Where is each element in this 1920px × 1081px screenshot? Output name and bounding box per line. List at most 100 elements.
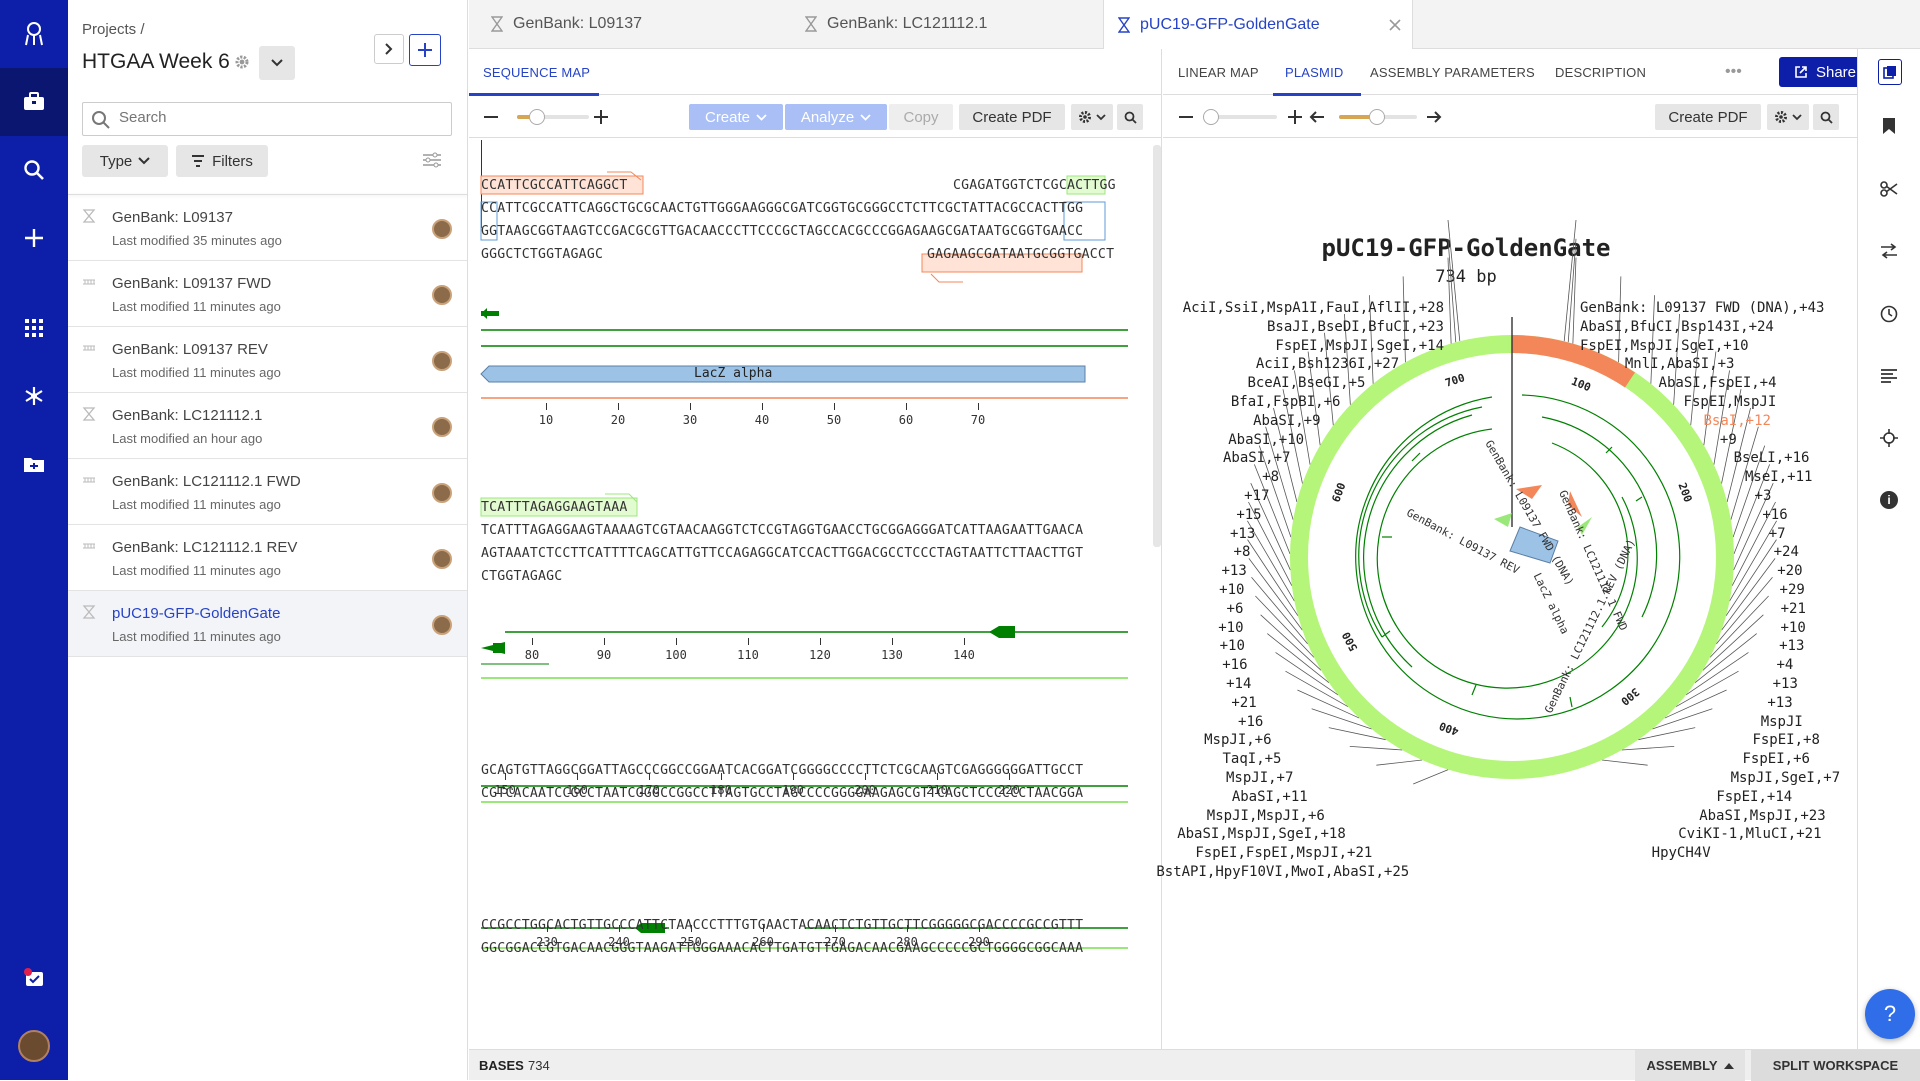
expand-button[interactable] xyxy=(374,34,404,64)
project-list-item[interactable]: pUC19-GFP-GoldenGate Last modified 11 min… xyxy=(68,591,467,657)
tab-plasmid[interactable]: PLASMID xyxy=(1285,65,1343,80)
restriction-site-label[interactable]: FspEI,+6 xyxy=(1743,751,1810,767)
rotation-slider-thumb[interactable] xyxy=(1369,109,1385,125)
restriction-site-label[interactable]: +16 xyxy=(1762,507,1787,523)
tab-assembly-parameters[interactable]: ASSEMBLY PARAMETERS xyxy=(1370,65,1535,80)
restriction-site-label[interactable]: +13 xyxy=(855,526,1255,542)
gear-icon[interactable] xyxy=(234,54,250,75)
restriction-site-label[interactable]: +16 xyxy=(848,657,1247,673)
restriction-site-label[interactable]: +6 xyxy=(843,601,1244,617)
find-button[interactable] xyxy=(1813,104,1839,130)
restriction-site-label[interactable]: +8 xyxy=(879,469,1279,485)
create-pdf-button[interactable]: Create PDF xyxy=(1655,104,1761,130)
tab-genbank-lc121112[interactable]: GenBank: LC121112.1 xyxy=(805,0,987,48)
primer-top[interactable]: CCATTCGCCATTCAGGCT xyxy=(481,178,628,193)
sequence-reverse-strand[interactable]: GGTAAGCGGTAAGTCCGACGCGTTGACAACCCTTCCCGCT… xyxy=(481,224,1083,239)
settings-menu-button[interactable] xyxy=(1767,104,1809,130)
create-pdf-button[interactable]: Create PDF xyxy=(959,104,1065,130)
restriction-site-label[interactable]: MspJI,+6 xyxy=(872,732,1271,748)
copy-button[interactable]: Copy xyxy=(889,104,953,130)
restriction-site-label[interactable]: +8 xyxy=(850,544,1251,560)
zoom-slider-thumb[interactable] xyxy=(1203,109,1219,125)
apps-icon[interactable] xyxy=(0,294,68,362)
zoom-out-icon[interactable] xyxy=(1178,109,1194,125)
project-list-item[interactable]: GenBank: L09137 REV Last modified 11 minu… xyxy=(68,327,467,393)
tab-sequence-map[interactable]: SEQUENCE MAP xyxy=(483,65,590,80)
restriction-site-label[interactable]: AbaSI,+7 xyxy=(890,450,1290,466)
create-button[interactable]: Create xyxy=(689,104,783,130)
swap-icon[interactable] xyxy=(1880,243,1898,259)
zoom-slider-thumb[interactable] xyxy=(529,109,545,125)
restriction-site-label[interactable]: +13 xyxy=(1767,695,1792,711)
filters-button[interactable]: Filters xyxy=(176,145,268,177)
copy-icon[interactable] xyxy=(1878,59,1902,85)
search-field[interactable] xyxy=(82,102,452,136)
project-list-item[interactable]: GenBank: L09137 Last modified 35 minutes … xyxy=(68,195,467,261)
restriction-site-label[interactable]: +10 xyxy=(844,620,1243,636)
rotation-slider[interactable] xyxy=(1339,109,1417,125)
logo-icon[interactable] xyxy=(0,0,68,68)
restriction-site-label[interactable]: +9 xyxy=(1720,432,1737,448)
zoom-slider[interactable] xyxy=(517,109,589,125)
restriction-site-label[interactable]: FspEI,+14 xyxy=(1716,789,1792,805)
analyze-button[interactable]: Analyze xyxy=(785,104,887,130)
restriction-site-label[interactable]: BsaI,+12 xyxy=(1704,413,1771,429)
restriction-site-label[interactable]: MspJI,SgeI,+7 xyxy=(1731,770,1841,786)
restriction-site-label[interactable]: MspJI,+7 xyxy=(893,770,1293,786)
restriction-site-label[interactable]: FspEI,MspJI,SgeI,+10 xyxy=(1580,338,1749,354)
feature-label-lacz[interactable]: LacZ alpha xyxy=(694,366,772,381)
restriction-site-label[interactable]: +14 xyxy=(851,676,1251,692)
restriction-site-label[interactable]: +3 xyxy=(1755,488,1772,504)
restriction-site-label[interactable]: BstAPI,HpyF10VI,MwoI,AbaSI,+25 xyxy=(1009,864,1409,880)
primer-top-2[interactable]: CGAGATGGTCTCGCACTTGG xyxy=(953,178,1116,193)
search-icon[interactable] xyxy=(0,136,68,204)
restriction-site-label[interactable]: MnlI,AbaSI,+3 xyxy=(1625,356,1735,372)
restriction-site-label[interactable]: FspEI,MspJI xyxy=(1684,394,1777,410)
restriction-site-label[interactable]: +4 xyxy=(1776,657,1793,673)
restriction-site-label[interactable]: GenBank: L09137 FWD (DNA),+43 xyxy=(1580,300,1824,316)
zoom-out-icon[interactable] xyxy=(483,109,499,125)
restriction-site-label[interactable]: +10 xyxy=(845,638,1245,654)
restriction-site-label[interactable]: MspJI,MspJI,+6 xyxy=(925,808,1325,824)
molecule-icon[interactable] xyxy=(0,362,68,430)
zoom-slider[interactable] xyxy=(1203,109,1277,125)
close-icon[interactable] xyxy=(1388,18,1402,32)
restriction-site-label[interactable]: AbaSI,FspEI,+4 xyxy=(1659,375,1777,391)
restriction-site-label[interactable]: +15 xyxy=(862,507,1261,523)
find-button[interactable] xyxy=(1117,104,1143,130)
restriction-site-label[interactable]: +29 xyxy=(1780,582,1805,598)
restriction-site-label[interactable]: +17 xyxy=(869,488,1269,504)
restriction-site-label[interactable]: AbaSI,+10 xyxy=(904,432,1304,448)
sequence-reverse-strand[interactable]: GGCGGACCGTGACAACGGGTAAGATTGGGAAACACTTGAT… xyxy=(481,941,1083,956)
more-icon[interactable]: ••• xyxy=(1725,63,1742,81)
add-item-button[interactable] xyxy=(409,34,441,66)
primer-bottom[interactable]: GGGCTCTGGTAGAGC xyxy=(481,247,603,262)
folder-icon[interactable] xyxy=(0,430,68,498)
restriction-site-label[interactable]: +21 xyxy=(857,695,1256,711)
plus-icon[interactable] xyxy=(0,204,68,272)
scissors-icon[interactable] xyxy=(1880,181,1898,197)
rotate-left-icon[interactable] xyxy=(1309,109,1325,125)
restriction-site-label[interactable]: AbaSI,BfuCI,Bsp143I,+24 xyxy=(1580,319,1774,335)
restriction-site-label[interactable]: +10 xyxy=(844,582,1244,598)
restriction-site-label[interactable]: +13 xyxy=(847,563,1246,579)
restriction-site-label[interactable]: BseLI,+16 xyxy=(1734,450,1810,466)
tab-description[interactable]: DESCRIPTION xyxy=(1555,65,1646,80)
restriction-site-label[interactable]: CviKI-1,MluCI,+21 xyxy=(1678,826,1821,842)
restriction-site-label[interactable]: +24 xyxy=(1774,544,1799,560)
tasks-icon[interactable] xyxy=(0,944,68,1012)
project-list-item[interactable]: GenBank: LC121112.1 Last modified an hour… xyxy=(68,393,467,459)
restriction-site-label[interactable]: +21 xyxy=(1781,601,1806,617)
text-align-icon[interactable] xyxy=(1880,369,1898,383)
restriction-site-label[interactable]: BsaJI,BseDI,BfuCI,+23 xyxy=(1044,319,1444,335)
restriction-site-label[interactable]: +13 xyxy=(1773,676,1798,692)
project-dropdown-button[interactable] xyxy=(259,46,295,80)
tab-linear-map[interactable]: LINEAR MAP xyxy=(1178,65,1259,80)
tab-genbank-l09137[interactable]: GenBank: L09137 xyxy=(491,0,642,48)
briefcase-icon[interactable] xyxy=(0,68,68,136)
restriction-site-label[interactable]: MseI,+11 xyxy=(1745,469,1812,485)
target-icon[interactable] xyxy=(1880,429,1898,447)
restriction-site-label[interactable]: +10 xyxy=(1780,620,1805,636)
restriction-site-label[interactable]: HpyCH4V xyxy=(1652,845,1711,861)
sequence-forward-strand[interactable]: CCATTCGCCATTCAGGCTGCGCAACTGTTGGGAAGGGCGA… xyxy=(481,201,1083,216)
